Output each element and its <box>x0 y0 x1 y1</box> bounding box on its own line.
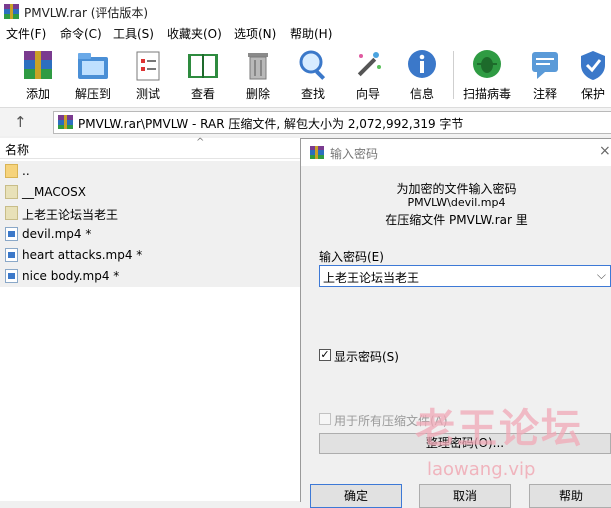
video-file-icon <box>5 269 18 283</box>
winrar-dialog-icon <box>310 146 324 159</box>
video-file-icon <box>5 227 18 241</box>
item-name: .. <box>22 164 30 178</box>
test-button[interactable]: 测试 <box>122 47 174 105</box>
dialog-title: 输入密码 <box>330 147 379 161</box>
list-item[interactable]: __MACOSX <box>0 182 300 203</box>
address-path: PMVLW.rar\PMVLW - RAR 压缩文件, 解包大小为 2,072,… <box>78 117 464 131</box>
list-item[interactable]: 上老王论坛当老王 <box>0 203 300 224</box>
delete-button[interactable]: 删除 <box>232 47 284 105</box>
menu-bar: 文件(F) 命令(C) 工具(S) 收藏夹(O) 选项(N) 帮助(H) <box>0 23 611 43</box>
password-label: 输入密码(E) <box>319 250 384 264</box>
item-name: nice body.mp4 * <box>22 269 120 283</box>
protect-label: 保护 <box>580 87 605 101</box>
add-button[interactable]: 添加 <box>12 47 64 105</box>
comment-icon <box>532 52 558 79</box>
cancel-button[interactable]: 取消 <box>419 484 511 508</box>
title-bar: PMVLW.rar (评估版本) <box>0 0 611 23</box>
folder-icon <box>5 206 18 220</box>
address-field[interactable]: PMVLW.rar\PMVLW - RAR 压缩文件, 解包大小为 2,072,… <box>53 111 611 134</box>
item-name: heart attacks.mp4 * <box>22 248 143 262</box>
item-name: __MACOSX <box>22 185 87 199</box>
show-password-label[interactable]: 显示密码(S) <box>334 348 399 365</box>
folder-icon <box>5 164 18 178</box>
wizard-label: 向导 <box>355 87 380 101</box>
menu-commands[interactable]: 命令(C) <box>60 25 102 42</box>
close-icon[interactable]: × <box>599 143 611 159</box>
list-item[interactable]: nice body.mp4 * <box>0 266 300 287</box>
password-value: 上老王论坛当老王 <box>323 271 420 285</box>
list-item[interactable]: heart attacks.mp4 * <box>0 245 300 266</box>
find-label: 查找 <box>300 87 325 101</box>
password-dialog: 输入密码 × 为加密的文件输入密码 PMVLW\devil.mp4 在压缩文件 … <box>300 138 611 508</box>
info-label: 信息 <box>409 87 434 101</box>
help-button[interactable]: 帮助 <box>529 484 611 508</box>
extract-to-icon <box>78 53 108 79</box>
virus-scan-label: 扫描病毒 <box>462 87 511 101</box>
column-name-label: 名称 <box>5 143 30 157</box>
test-label: 测试 <box>135 87 160 101</box>
test-icon <box>136 51 160 81</box>
info-button[interactable]: 信息 <box>396 47 448 105</box>
protect-icon <box>581 51 605 80</box>
view-icon <box>188 54 218 78</box>
protect-button[interactable]: 保护 <box>573 47 611 105</box>
menu-help[interactable]: 帮助(H) <box>290 25 332 42</box>
add-archive-icon <box>24 51 52 79</box>
view-button[interactable]: 查看 <box>177 47 229 105</box>
password-input[interactable]: 上老王论坛当老王 ⌵ <box>319 265 611 287</box>
show-password-checkbox[interactable]: ✓ <box>319 349 331 361</box>
toolbar-separator <box>453 51 454 99</box>
chevron-down-icon[interactable]: ⌵ <box>597 268 606 283</box>
encrypted-file-path: PMVLW\devil.mp4 <box>407 196 506 209</box>
rar-file-icon <box>58 115 73 129</box>
menu-tools[interactable]: 工具(S) <box>113 25 154 42</box>
find-button[interactable]: 查找 <box>287 47 339 105</box>
wizard-button[interactable]: 向导 <box>342 47 394 105</box>
item-name: devil.mp4 * <box>22 227 92 241</box>
all-archives-checkbox[interactable] <box>319 413 331 425</box>
prompt-text: 为加密的文件输入密码 <box>396 182 517 196</box>
extract-to-label: 解压到 <box>74 87 111 101</box>
view-label: 查看 <box>190 87 215 101</box>
menu-file[interactable]: 文件(F) <box>6 25 46 42</box>
sort-up-icon: ^ <box>196 137 205 148</box>
folder-icon <box>5 185 18 199</box>
window-title: PMVLW.rar (评估版本) <box>24 6 149 20</box>
wizard-icon <box>357 52 381 77</box>
virus-scan-icon <box>473 50 501 78</box>
delete-icon <box>248 53 268 80</box>
winrar-app-icon <box>4 4 19 19</box>
archive-info: 在压缩文件 PMVLW.rar 里 <box>385 213 528 227</box>
add-label: 添加 <box>25 87 50 101</box>
virus-scan-button[interactable]: 扫描病毒 <box>461 47 513 105</box>
ok-button[interactable]: 确定 <box>310 484 402 508</box>
organize-passwords-button[interactable]: 整理密码(O)... <box>319 433 611 454</box>
list-item[interactable]: .. <box>0 161 300 182</box>
dialog-title-bar: 输入密码 × <box>301 139 611 166</box>
find-icon <box>299 50 326 80</box>
info-icon <box>408 50 436 78</box>
extract-to-button[interactable]: 解压到 <box>67 47 119 105</box>
list-item[interactable]: devil.mp4 * <box>0 224 300 245</box>
comment-button[interactable]: 注释 <box>519 47 571 105</box>
menu-favorites[interactable]: 收藏夹(O) <box>167 25 222 42</box>
all-archives-label[interactable]: 用于所有压缩文件(A) <box>334 412 448 429</box>
menu-options[interactable]: 选项(N) <box>234 25 276 42</box>
video-file-icon <box>5 248 18 262</box>
address-bar: ↑ PMVLW.rar\PMVLW - RAR 压缩文件, 解包大小为 2,07… <box>0 108 611 136</box>
up-arrow-icon[interactable]: ↑ <box>14 113 27 131</box>
item-name: 上老王论坛当老王 <box>22 208 119 222</box>
toolbar: 添加 解压到 测试 查看 删除 查找 向导 信息 扫描病毒 注释 保护 <box>0 43 611 108</box>
comment-label: 注释 <box>532 87 557 101</box>
delete-label: 删除 <box>245 87 270 101</box>
